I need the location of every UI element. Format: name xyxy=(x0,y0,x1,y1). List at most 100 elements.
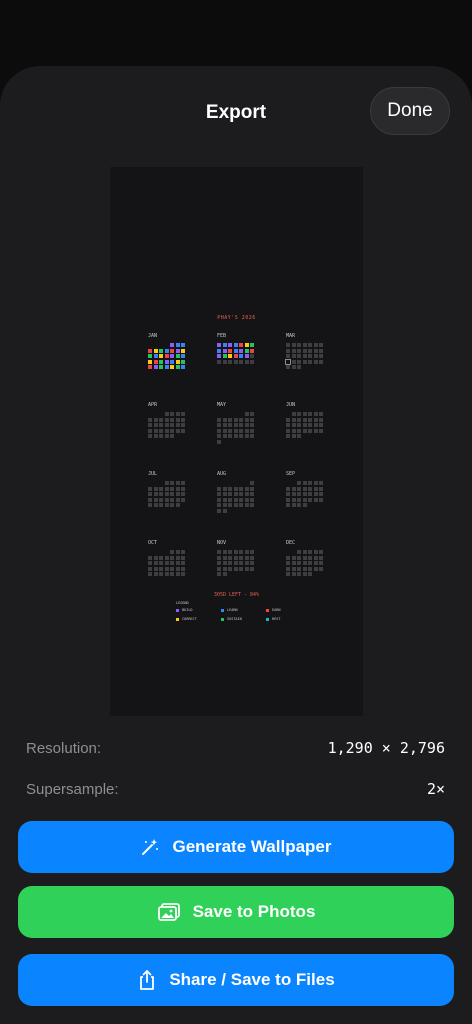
legend-label: SUSTAIN xyxy=(227,617,242,621)
month-label: SEP xyxy=(286,471,296,477)
legend-item-earn: EARN xyxy=(266,608,280,612)
day-cell xyxy=(181,417,185,422)
day-cell xyxy=(250,354,254,358)
day-cell xyxy=(239,566,243,571)
day-cell xyxy=(164,348,169,353)
day-cell xyxy=(302,503,307,507)
day-cell xyxy=(217,343,221,347)
day-cell xyxy=(222,428,227,433)
day-cell xyxy=(239,503,243,507)
day-cell xyxy=(250,412,254,416)
day-cell xyxy=(233,423,238,427)
day-cell xyxy=(222,508,227,513)
day-cell xyxy=(153,428,158,433)
day-cell xyxy=(217,572,221,576)
day-cell xyxy=(159,572,163,576)
generate-wallpaper-button[interactable]: Generate Wallpaper xyxy=(18,821,454,873)
legend-item-rest: REST xyxy=(266,617,280,621)
day-cell xyxy=(228,434,232,438)
day-cell xyxy=(313,497,318,502)
day-cell xyxy=(308,423,312,427)
day-cell-empty xyxy=(148,550,152,554)
day-cell xyxy=(302,412,307,416)
day-cell xyxy=(228,428,232,433)
day-cell xyxy=(164,561,169,565)
month-aug: AUG xyxy=(217,471,277,521)
day-cell xyxy=(175,486,180,491)
day-cell xyxy=(181,348,185,353)
day-cell xyxy=(170,550,174,554)
day-cell xyxy=(175,412,180,416)
day-cell xyxy=(319,555,323,560)
day-cell xyxy=(313,423,318,427)
day-cell xyxy=(302,359,307,364)
day-cell-empty xyxy=(239,481,243,485)
day-cell xyxy=(222,566,227,571)
day-cell xyxy=(313,492,318,496)
day-cell xyxy=(181,572,185,576)
day-cell xyxy=(297,343,301,347)
day-cell xyxy=(250,550,254,554)
day-cell-empty xyxy=(228,481,232,485)
day-cell xyxy=(164,412,169,416)
day-cell xyxy=(250,348,254,353)
day-cell xyxy=(302,486,307,491)
day-cell xyxy=(286,486,290,491)
day-cell xyxy=(159,561,163,565)
day-cell xyxy=(175,348,180,353)
day-cell xyxy=(319,497,323,502)
day-cell xyxy=(297,561,301,565)
day-cell xyxy=(286,417,290,422)
day-cell xyxy=(244,354,249,358)
day-cell xyxy=(222,492,227,496)
day-grid xyxy=(217,481,254,513)
day-cell xyxy=(181,550,185,554)
day-cell xyxy=(308,481,312,485)
day-cell xyxy=(222,486,227,491)
day-cell xyxy=(181,497,185,502)
day-cell xyxy=(291,497,296,502)
day-cell xyxy=(319,348,323,353)
day-cell xyxy=(239,428,243,433)
day-cell xyxy=(175,555,180,560)
day-cell xyxy=(319,343,323,347)
day-cell xyxy=(286,566,290,571)
day-cell xyxy=(250,492,254,496)
day-cell xyxy=(170,481,174,485)
save-to-photos-button[interactable]: Save to Photos xyxy=(18,886,454,938)
day-cell xyxy=(308,354,312,358)
share-save-files-button[interactable]: Share / Save to Files xyxy=(18,954,454,1006)
day-cell xyxy=(175,481,180,485)
day-cell xyxy=(297,492,301,496)
day-cell xyxy=(313,348,318,353)
day-cell xyxy=(159,492,163,496)
day-cell xyxy=(228,561,232,565)
month-label: DEC xyxy=(286,540,296,546)
day-cell xyxy=(159,365,163,369)
day-cell xyxy=(313,481,318,485)
day-cell xyxy=(286,555,290,560)
day-cell xyxy=(217,486,221,491)
day-cell xyxy=(244,412,249,416)
supersample-label: Supersample: xyxy=(26,780,119,798)
day-cell xyxy=(222,359,227,364)
legend-item-build: BUILD xyxy=(176,608,193,612)
month-label: JUN xyxy=(286,402,296,408)
day-cell xyxy=(175,503,180,507)
magic-wand-icon xyxy=(140,837,160,857)
day-cell xyxy=(181,481,185,485)
day-cell xyxy=(153,497,158,502)
day-cell xyxy=(297,497,301,502)
day-cell xyxy=(233,486,238,491)
day-cell xyxy=(170,434,174,438)
day-cell-empty xyxy=(148,481,152,485)
done-button[interactable]: Done xyxy=(370,87,450,135)
day-cell xyxy=(181,343,185,347)
day-cell xyxy=(291,561,296,565)
day-cell xyxy=(297,428,301,433)
day-cell-empty xyxy=(239,412,243,416)
day-cell xyxy=(217,417,221,422)
day-cell xyxy=(302,348,307,353)
day-cell-empty xyxy=(234,481,238,485)
day-cell xyxy=(297,412,301,416)
